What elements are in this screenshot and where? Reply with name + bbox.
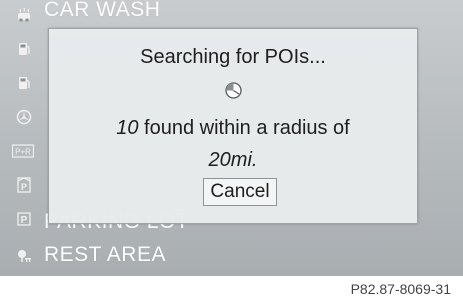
parking-lot-icon: P [15,210,33,228]
clock-spinner-icon [225,82,242,99]
park-and-ride-icon: P+R [12,142,34,160]
search-radius: 20mi. [208,149,258,171]
list-item-label: REST AREA [44,243,166,266]
gas-station-icon [15,74,33,92]
rest-area-icon [15,247,33,265]
cancel-button[interactable]: Cancel [203,178,277,206]
results-count-text: 10 found within a radius of [49,117,417,140]
results-found-text: found within a radius of [138,117,350,139]
list-item-rest-area[interactable]: REST AREA [0,240,463,276]
svg-text:P+R: P+R [15,148,31,157]
figure-code: P82.87-8069-31 [350,281,451,297]
dealer-icon [15,108,33,126]
gas-station-icon [15,40,33,58]
dialog-title: Searching for POIs... [140,46,326,68]
navigation-screen: CAR WASH P+R P P PARKING LOT [0,0,463,276]
car-wash-icon [15,6,33,24]
svg-text:P: P [21,215,28,226]
parking-garage-icon: P [15,176,33,194]
svg-text:P: P [21,182,27,192]
search-progress-dialog: Searching for POIs... 10 found within a … [48,28,418,224]
results-count: 10 [116,117,139,139]
list-item-label: CAR WASH [44,0,161,21]
